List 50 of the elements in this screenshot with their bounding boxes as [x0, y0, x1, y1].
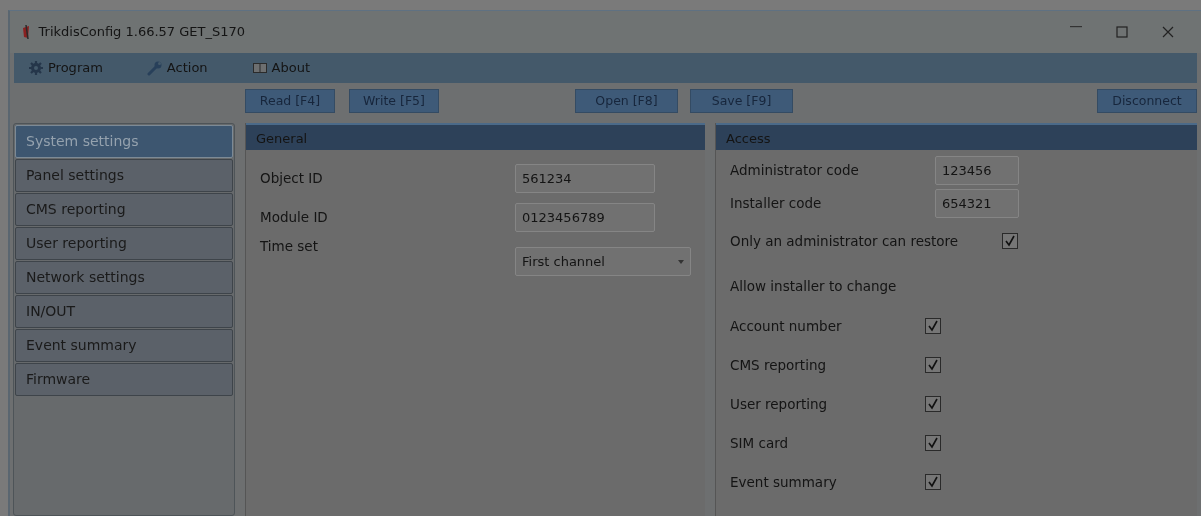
- checkbox[interactable]: [925, 356, 941, 373]
- sidebar-item[interactable]: CMS reporting: [15, 193, 233, 226]
- input-field[interactable]: 654321: [935, 189, 1019, 218]
- field-label: Installer code: [730, 194, 823, 214]
- toolbar-button[interactable]: Disconnect: [1097, 89, 1197, 113]
- checkbox[interactable]: [1002, 233, 1018, 249]
- panel-header: Access: [716, 123, 1197, 150]
- minimize-icon[interactable]: [1070, 26, 1082, 28]
- book-icon: [251, 60, 268, 76]
- window-title: TrikdisConfig 1.66.57 GET_S170: [38, 23, 246, 42]
- checkbox-label: CMS reporting: [730, 355, 828, 375]
- sidebar-item[interactable]: Panel settings: [15, 159, 233, 192]
- checkbox[interactable]: [925, 434, 941, 451]
- panel-header: General: [246, 123, 705, 150]
- menu-item[interactable]: Program: [28, 58, 103, 78]
- maximize-icon[interactable]: [1116, 26, 1128, 38]
- field-label: Object ID: [260, 169, 324, 189]
- sidebar-item[interactable]: System settings: [15, 125, 233, 158]
- close-icon[interactable]: [1162, 26, 1174, 38]
- toolbar-button[interactable]: Read [F4]: [245, 89, 335, 113]
- field-label: Module ID: [260, 208, 329, 228]
- toolbar-button[interactable]: Open [F8]: [575, 89, 678, 113]
- toolbar-button[interactable]: Write [F5]: [349, 89, 439, 113]
- sidebar-item[interactable]: IN/OUT: [15, 295, 233, 328]
- checkbox-label: User reporting: [730, 394, 829, 414]
- checkbox[interactable]: [925, 317, 941, 334]
- sidebar-item[interactable]: Network settings: [15, 261, 233, 294]
- app-logo-icon: [22, 25, 32, 39]
- section-label: Allow installer to change: [730, 277, 898, 296]
- input-field[interactable]: 123456: [935, 156, 1019, 185]
- field-label: Administrator code: [730, 161, 860, 181]
- sidebar-item[interactable]: User reporting: [15, 227, 233, 260]
- toolbar-button[interactable]: Save [F9]: [690, 89, 793, 113]
- dropdown[interactable]: First channel: [515, 247, 691, 276]
- checkbox-label: SIM card: [730, 433, 790, 453]
- input-field[interactable]: 0123456789: [515, 203, 655, 232]
- sidebar-item[interactable]: Firmware: [15, 363, 233, 396]
- checkbox-label: Only an administrator can restore: [730, 231, 960, 251]
- menu-item[interactable]: Action: [146, 58, 208, 78]
- checkbox[interactable]: [925, 395, 941, 412]
- gear-icon: [28, 60, 44, 76]
- caret-icon: [678, 259, 684, 264]
- checkbox-label: Event summary: [730, 472, 838, 492]
- sidebar-item[interactable]: Event summary: [15, 329, 233, 362]
- wrench-icon: [146, 60, 163, 76]
- menu-item[interactable]: About: [251, 58, 310, 78]
- input-field[interactable]: 561234: [515, 164, 655, 193]
- checkbox[interactable]: [925, 473, 941, 490]
- checkbox-label: Account number: [730, 316, 843, 336]
- field-label: Time set: [260, 237, 319, 256]
